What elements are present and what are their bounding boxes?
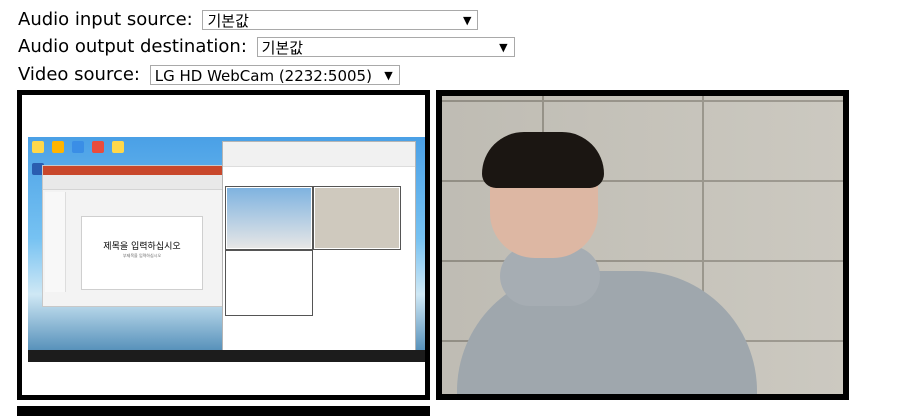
audio-output-row: Audio output destination: 기본값 ▼: [18, 36, 515, 58]
slide-canvas: 제목을 입력하십시오 부제목을 입력하십시오: [81, 216, 203, 290]
chevron-down-icon: ▼: [463, 14, 472, 27]
slide-title: 제목을 입력하십시오: [103, 242, 181, 252]
browser-window: [222, 141, 416, 353]
slide-subtitle: 부제목을 입력하십시오: [122, 253, 162, 258]
audio-input-label: Audio input source:: [18, 9, 193, 30]
remote-video-frame: [442, 96, 843, 394]
desktop-icon: [72, 141, 84, 153]
browser-toolbar: [223, 142, 415, 167]
desktop-icon: [92, 141, 104, 153]
video-source-row: Video source: LG HD WebCam (2232:5005) ▼: [18, 64, 400, 86]
local-video-frame: 제목을 입력하십시오 부제목을 입력하십시오: [22, 95, 425, 395]
audio-input-row: Audio input source: 기본값 ▼: [18, 9, 479, 31]
video-source-value: LG HD WebCam (2232:5005): [154, 67, 372, 85]
powerpoint-titlebar: [43, 166, 223, 175]
chevron-down-icon: ▼: [499, 41, 508, 54]
nested-third-video: [225, 250, 313, 316]
audio-output-select[interactable]: 기본값 ▼: [256, 37, 515, 57]
local-video: 제목을 입력하십시오 부제목을 입력하십시오: [17, 90, 430, 400]
audio-input-select[interactable]: 기본값 ▼: [202, 10, 479, 30]
chevron-down-icon: ▼: [384, 69, 393, 82]
nested-local-video: [225, 186, 313, 250]
audio-output-label: Audio output destination:: [18, 36, 247, 57]
nested-remote-video: [313, 186, 401, 250]
desktop-icon: [112, 141, 124, 153]
desktop-icon: [32, 141, 44, 153]
video-source-label: Video source:: [18, 64, 140, 85]
audio-input-value: 기본값: [207, 12, 249, 30]
remote-video: [436, 90, 849, 400]
slide-thumbnails: [45, 192, 66, 292]
third-video: [17, 406, 430, 416]
powerpoint-ribbon: [43, 175, 223, 190]
person-hair: [482, 132, 604, 188]
audio-output-value: 기본값: [261, 39, 304, 57]
powerpoint-window: 제목을 입력하십시오 부제목을 입력하십시오: [42, 165, 224, 307]
video-source-select[interactable]: LG HD WebCam (2232:5005) ▼: [149, 65, 400, 85]
taskbar: [28, 350, 425, 362]
desktop-icon: [52, 141, 64, 153]
